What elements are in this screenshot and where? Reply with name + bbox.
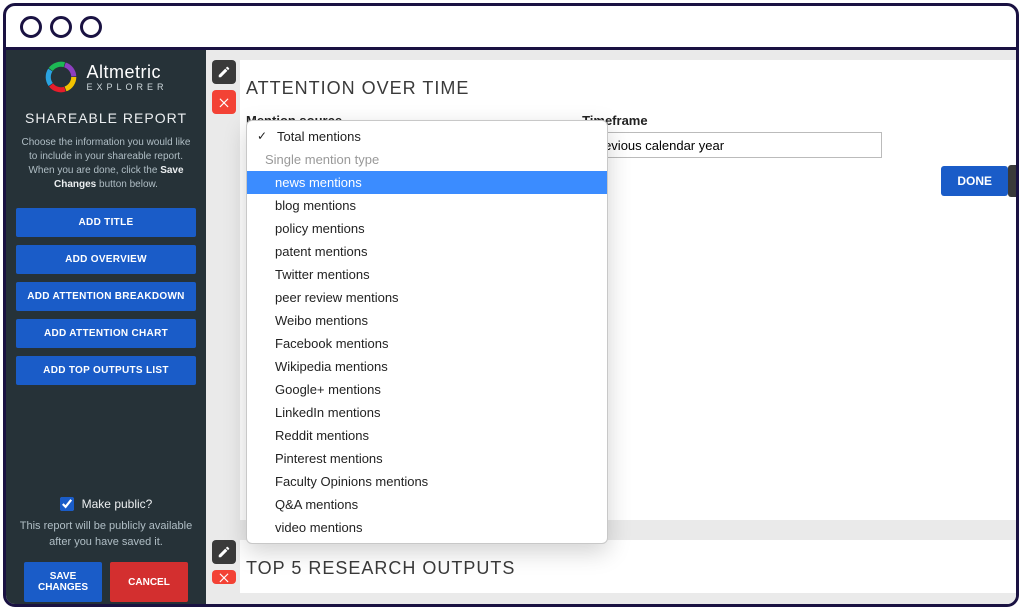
timeframe-value: Previous calendar year <box>591 138 724 153</box>
make-public-toggle[interactable]: Make public? <box>16 497 196 511</box>
dropdown-option-blog[interactable]: blog mentions <box>247 194 607 217</box>
close-icon <box>217 570 231 584</box>
dropdown-option-googleplus[interactable]: Google+ mentions <box>247 378 607 401</box>
brand-name: Altmetric <box>86 63 167 81</box>
add-overview-button[interactable]: ADD OVERVIEW <box>16 245 196 274</box>
timeframe-label: Timeframe <box>582 113 882 128</box>
attention-over-time-panel: ATTENTION OVER TIME Mention source Timef… <box>240 60 1016 520</box>
dropdown-option-pinterest[interactable]: Pinterest mentions <box>247 447 607 470</box>
panel-heading: ATTENTION OVER TIME <box>240 78 1016 113</box>
dropdown-option-weibo[interactable]: Weibo mentions <box>247 309 607 332</box>
add-attention-chart-button[interactable]: ADD ATTENTION CHART <box>16 319 196 348</box>
sidebar-description: Choose the information you would like to… <box>6 136 206 204</box>
window-dot-1[interactable] <box>20 16 42 38</box>
top-research-outputs-panel: TOP 5 RESEARCH OUTPUTS <box>240 540 1016 593</box>
sidebar-title: SHAREABLE REPORT <box>25 110 187 126</box>
dropdown-option-faculty-opinions[interactable]: Faculty Opinions mentions <box>247 470 607 493</box>
sidebar: Altmetric EXPLORER SHAREABLE REPORT Choo… <box>6 50 206 604</box>
brand-logo: Altmetric EXPLORER <box>44 60 167 94</box>
dropdown-option-peer-review[interactable]: peer review mentions <box>247 286 607 309</box>
dropdown-option-twitter[interactable]: Twitter mentions <box>247 263 607 286</box>
public-note: This report will be publicly available a… <box>16 519 196 550</box>
close-icon <box>217 95 231 109</box>
edit-panel-button-2[interactable] <box>212 540 236 564</box>
make-public-label: Make public? <box>82 497 153 511</box>
dropdown-option-wikipedia[interactable]: Wikipedia mentions <box>247 355 607 378</box>
dropdown-option-news[interactable]: news mentions <box>247 171 607 194</box>
make-public-checkbox[interactable] <box>60 497 74 511</box>
edit-panel-button[interactable] <box>212 60 236 84</box>
dropdown-option-reddit[interactable]: Reddit mentions <box>247 424 607 447</box>
delete-panel-button-2[interactable] <box>212 570 236 584</box>
content-area: ATTENTION OVER TIME Mention source Timef… <box>206 50 1016 604</box>
delete-panel-button[interactable] <box>212 90 236 114</box>
brand-subtitle: EXPLORER <box>86 83 167 92</box>
dropdown-option-total[interactable]: Total mentions <box>247 125 607 148</box>
save-changes-button[interactable]: SAVE CHANGES <box>24 562 102 602</box>
pencil-icon <box>217 545 231 559</box>
dropdown-option-video[interactable]: video mentions <box>247 516 607 539</box>
add-title-button[interactable]: ADD TITLE <box>16 208 196 237</box>
altmetric-donut-icon <box>44 60 78 94</box>
dropdown-option-patent[interactable]: patent mentions <box>247 240 607 263</box>
dropdown-option-policy[interactable]: policy mentions <box>247 217 607 240</box>
cancel-button[interactable]: CANCEL <box>110 562 188 602</box>
dropdown-group-label: Single mention type <box>247 148 607 171</box>
add-top-outputs-list-button[interactable]: ADD TOP OUTPUTS LIST <box>16 356 196 385</box>
window-dot-2[interactable] <box>50 16 72 38</box>
pencil-icon <box>217 65 231 79</box>
dropdown-option-facebook[interactable]: Facebook mentions <box>247 332 607 355</box>
add-attention-breakdown-button[interactable]: ADD ATTENTION BREAKDOWN <box>16 282 196 311</box>
mention-source-dropdown[interactable]: Total mentions Single mention type news … <box>246 120 608 544</box>
done-button[interactable]: DONE <box>941 166 1008 196</box>
dropdown-option-linkedin[interactable]: LinkedIn mentions <box>247 401 607 424</box>
window-dot-3[interactable] <box>80 16 102 38</box>
timeframe-select[interactable]: Previous calendar year <box>582 132 882 158</box>
panel-edge-handle[interactable] <box>1008 165 1016 197</box>
panel2-heading: TOP 5 RESEARCH OUTPUTS <box>240 558 1016 593</box>
browser-frame: Altmetric EXPLORER SHAREABLE REPORT Choo… <box>3 3 1019 607</box>
browser-titlebar <box>6 6 1016 50</box>
dropdown-option-qa[interactable]: Q&A mentions <box>247 493 607 516</box>
